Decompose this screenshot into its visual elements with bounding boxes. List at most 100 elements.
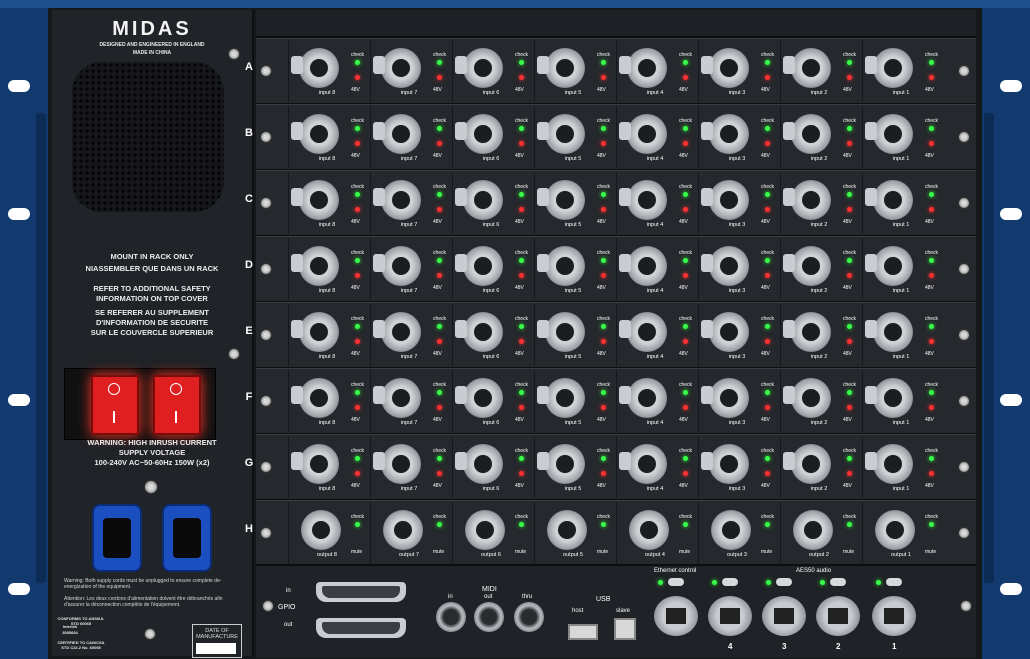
xlr-female-connector[interactable] [381, 312, 421, 352]
iec-power-inlet-1[interactable] [92, 504, 142, 572]
xlr-female-connector[interactable] [381, 48, 421, 88]
latch-release[interactable] [455, 452, 467, 470]
xlr-female-connector[interactable] [463, 378, 503, 418]
xlr-female-connector[interactable] [709, 444, 749, 484]
latch-release[interactable] [701, 56, 713, 74]
xlr-female-connector[interactable] [791, 444, 831, 484]
latch-release[interactable] [373, 56, 385, 74]
xlr-female-connector[interactable] [791, 180, 831, 220]
xlr-female-connector[interactable] [791, 246, 831, 286]
power-switch-2[interactable] [153, 375, 201, 435]
xlr-female-connector[interactable] [299, 444, 339, 484]
aes50-port-1[interactable] [872, 596, 916, 636]
latch-release[interactable] [619, 56, 631, 74]
xlr-female-connector[interactable] [709, 378, 749, 418]
xlr-male-connector[interactable] [793, 510, 833, 550]
latch-release[interactable] [701, 386, 713, 404]
latch-release[interactable] [865, 188, 877, 206]
latch-release[interactable] [373, 386, 385, 404]
latch-release[interactable] [537, 320, 549, 338]
xlr-male-connector[interactable] [711, 510, 751, 550]
xlr-female-connector[interactable] [381, 378, 421, 418]
latch-release[interactable] [291, 452, 303, 470]
latch-release[interactable] [701, 122, 713, 140]
xlr-female-connector[interactable] [873, 312, 913, 352]
latch-release[interactable] [455, 122, 467, 140]
latch-release[interactable] [537, 188, 549, 206]
gpio-in-port[interactable] [316, 582, 406, 602]
xlr-female-connector[interactable] [709, 180, 749, 220]
latch-release[interactable] [701, 320, 713, 338]
xlr-female-connector[interactable] [545, 246, 585, 286]
aes50-port-2[interactable] [816, 596, 860, 636]
latch-release[interactable] [783, 386, 795, 404]
latch-release[interactable] [373, 452, 385, 470]
latch-release[interactable] [619, 188, 631, 206]
latch-release[interactable] [291, 122, 303, 140]
aes50-port-3[interactable] [762, 596, 806, 636]
latch-release[interactable] [373, 254, 385, 272]
usb-host-port[interactable] [568, 624, 598, 640]
latch-release[interactable] [783, 452, 795, 470]
latch-release[interactable] [537, 122, 549, 140]
latch-release[interactable] [291, 386, 303, 404]
xlr-female-connector[interactable] [545, 180, 585, 220]
xlr-female-connector[interactable] [545, 48, 585, 88]
xlr-female-connector[interactable] [299, 246, 339, 286]
latch-release[interactable] [455, 386, 467, 404]
xlr-female-connector[interactable] [627, 246, 667, 286]
latch-release[interactable] [619, 320, 631, 338]
latch-release[interactable] [865, 56, 877, 74]
latch-release[interactable] [455, 254, 467, 272]
latch-release[interactable] [865, 122, 877, 140]
xlr-female-connector[interactable] [545, 312, 585, 352]
xlr-female-connector[interactable] [299, 180, 339, 220]
xlr-female-connector[interactable] [545, 378, 585, 418]
xlr-female-connector[interactable] [791, 114, 831, 154]
xlr-female-connector[interactable] [627, 114, 667, 154]
usb-slave-port[interactable] [614, 618, 636, 640]
xlr-male-connector[interactable] [547, 510, 587, 550]
xlr-female-connector[interactable] [791, 312, 831, 352]
xlr-female-connector[interactable] [299, 312, 339, 352]
latch-release[interactable] [865, 452, 877, 470]
latch-release[interactable] [537, 386, 549, 404]
xlr-female-connector[interactable] [627, 444, 667, 484]
xlr-female-connector[interactable] [709, 246, 749, 286]
xlr-female-connector[interactable] [463, 444, 503, 484]
latch-release[interactable] [783, 122, 795, 140]
latch-release[interactable] [537, 254, 549, 272]
xlr-female-connector[interactable] [873, 378, 913, 418]
midi-thru-port[interactable] [514, 602, 544, 632]
xlr-female-connector[interactable] [299, 114, 339, 154]
latch-release[interactable] [783, 188, 795, 206]
xlr-female-connector[interactable] [299, 378, 339, 418]
gpio-out-port[interactable] [316, 618, 406, 638]
latch-release[interactable] [701, 452, 713, 470]
latch-release[interactable] [373, 122, 385, 140]
ethernet-control-port[interactable] [654, 596, 698, 636]
xlr-female-connector[interactable] [873, 180, 913, 220]
latch-release[interactable] [783, 254, 795, 272]
xlr-female-connector[interactable] [381, 444, 421, 484]
latch-release[interactable] [373, 320, 385, 338]
xlr-female-connector[interactable] [545, 114, 585, 154]
latch-release[interactable] [373, 188, 385, 206]
latch-release[interactable] [865, 386, 877, 404]
xlr-female-connector[interactable] [709, 114, 749, 154]
latch-release[interactable] [619, 452, 631, 470]
power-switch-1[interactable] [91, 375, 139, 435]
xlr-female-connector[interactable] [463, 48, 503, 88]
xlr-female-connector[interactable] [463, 114, 503, 154]
latch-release[interactable] [619, 122, 631, 140]
xlr-female-connector[interactable] [627, 48, 667, 88]
xlr-male-connector[interactable] [383, 510, 423, 550]
latch-release[interactable] [291, 254, 303, 272]
xlr-female-connector[interactable] [381, 246, 421, 286]
iec-power-inlet-2[interactable] [162, 504, 212, 572]
xlr-female-connector[interactable] [381, 114, 421, 154]
latch-release[interactable] [291, 320, 303, 338]
xlr-male-connector[interactable] [301, 510, 341, 550]
latch-release[interactable] [619, 386, 631, 404]
xlr-female-connector[interactable] [627, 312, 667, 352]
